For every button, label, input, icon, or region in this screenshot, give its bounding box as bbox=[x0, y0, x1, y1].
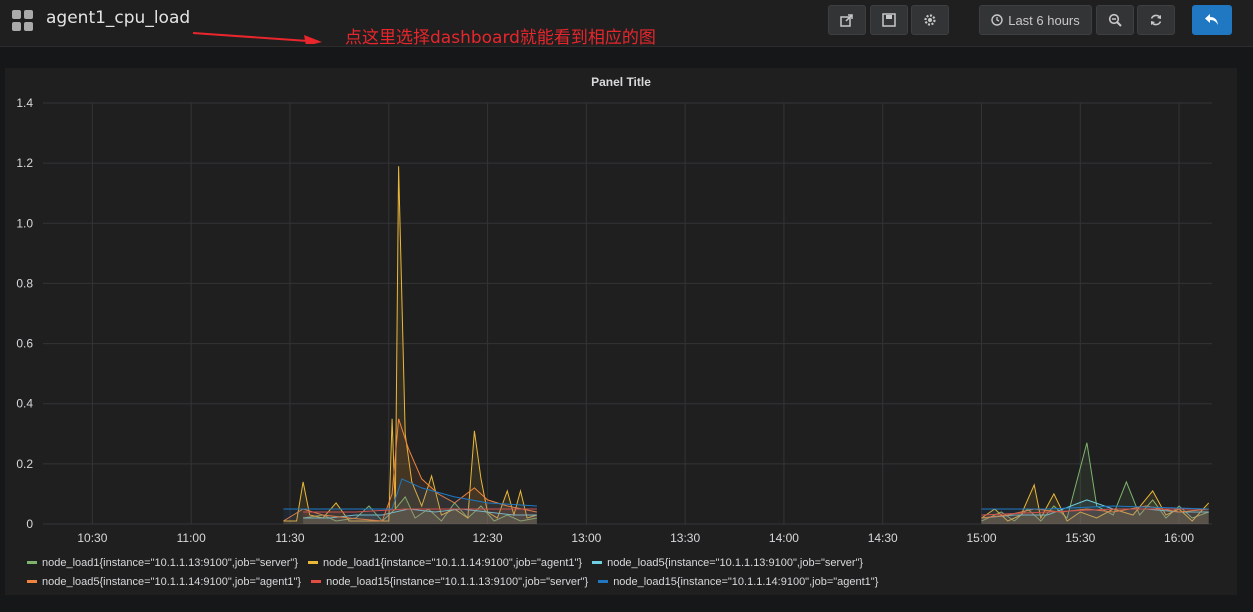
zoom-out-icon bbox=[1108, 13, 1122, 27]
clock-icon bbox=[991, 14, 1003, 26]
graph-panel: Panel Title 0 0.2 0.4 0.6 0.8 1.0 1.2 1.4 10:30 1… bbox=[5, 68, 1237, 595]
back-icon bbox=[1205, 14, 1218, 25]
legend-item[interactable]: node_load5{instance="10.1.1.13:9100",job… bbox=[592, 553, 863, 572]
annotation-arrow-icon bbox=[192, 32, 322, 44]
legend-swatch bbox=[308, 561, 318, 564]
chart-legend: node_load1{instance="10.1.1.13:9100",job… bbox=[27, 553, 888, 591]
x-tick-label: 11:00 bbox=[177, 531, 206, 545]
x-tick-label: 13:00 bbox=[571, 531, 601, 545]
top-navbar: agent1_cpu_load 点这里选择dashboard就能看到相应的图 L… bbox=[0, 0, 1253, 48]
dashboard-title[interactable]: agent1_cpu_load bbox=[46, 8, 190, 28]
gear-icon bbox=[924, 14, 936, 26]
legend-label: node_load15{instance="10.1.1.13:9100",jo… bbox=[326, 575, 589, 588]
legend-row: node_load1{instance="10.1.1.13:9100",job… bbox=[27, 553, 888, 572]
zoom-out-button[interactable] bbox=[1096, 5, 1134, 35]
y-tick-label: 0.4 bbox=[16, 397, 33, 411]
refresh-button[interactable] bbox=[1137, 5, 1175, 35]
save-icon bbox=[882, 13, 896, 27]
legend-label: node_load5{instance="10.1.1.14:9100",job… bbox=[42, 575, 302, 588]
y-tick-label: 0 bbox=[26, 517, 33, 531]
legend-swatch bbox=[27, 561, 37, 564]
time-range-label: Last 6 hours bbox=[1008, 12, 1080, 28]
share-button[interactable] bbox=[828, 5, 866, 35]
time-range-picker[interactable]: Last 6 hours bbox=[979, 5, 1092, 35]
x-tick-label: 11:30 bbox=[275, 531, 304, 545]
series-area bbox=[283, 478, 537, 524]
y-tick-label: 1.2 bbox=[16, 156, 33, 170]
legend-item[interactable]: node_load1{instance="10.1.1.13:9100",job… bbox=[27, 553, 298, 572]
line-chart[interactable]: 0 0.2 0.4 0.6 0.8 1.0 1.2 1.4 10:30 11:00 11:30 12:… bbox=[5, 68, 1237, 595]
x-tick-label: 12:30 bbox=[473, 531, 503, 545]
x-tick-label: 12:00 bbox=[374, 531, 404, 545]
dashboard-grid-icon[interactable] bbox=[12, 10, 34, 32]
y-tick-label: 0.8 bbox=[16, 276, 33, 290]
x-tick-label: 14:30 bbox=[868, 531, 898, 545]
legend-item[interactable]: node_load1{instance="10.1.1.14:9100",job… bbox=[308, 553, 582, 572]
x-tick-label: 15:30 bbox=[1065, 531, 1095, 545]
save-button[interactable] bbox=[870, 5, 908, 35]
legend-swatch bbox=[598, 580, 609, 583]
legend-item[interactable]: node_load15{instance="10.1.1.13:9100",jo… bbox=[311, 572, 588, 591]
legend-swatch bbox=[27, 580, 37, 583]
settings-button[interactable] bbox=[911, 5, 949, 35]
legend-item[interactable]: node_load15{instance="10.1.1.14:9100",jo… bbox=[598, 572, 878, 591]
x-tick-label: 16:00 bbox=[1164, 531, 1194, 545]
legend-label: node_load1{instance="10.1.1.14:9100",job… bbox=[323, 556, 583, 569]
y-tick-label: 0.2 bbox=[16, 457, 33, 471]
legend-row: node_load5{instance="10.1.1.14:9100",job… bbox=[27, 572, 888, 591]
y-tick-label: 0.6 bbox=[16, 337, 33, 351]
x-tick-label: 14:00 bbox=[769, 531, 799, 545]
legend-label: node_load1{instance="10.1.1.13:9100",job… bbox=[42, 556, 298, 569]
legend-label: node_load15{instance="10.1.1.14:9100",jo… bbox=[613, 575, 879, 588]
back-button[interactable] bbox=[1192, 5, 1232, 35]
annotation-text: 点这里选择dashboard就能看到相应的图 bbox=[345, 28, 656, 48]
legend-swatch bbox=[311, 580, 322, 583]
legend-swatch bbox=[592, 561, 603, 564]
legend-item[interactable]: node_load5{instance="10.1.1.14:9100",job… bbox=[27, 572, 301, 591]
x-tick-label: 10:30 bbox=[77, 531, 107, 545]
x-tick-label: 13:30 bbox=[670, 531, 700, 545]
legend-label: node_load5{instance="10.1.1.13:9100",job… bbox=[607, 556, 864, 569]
share-icon bbox=[840, 14, 853, 27]
y-tick-label: 1.4 bbox=[16, 96, 33, 110]
y-tick-label: 1.0 bbox=[16, 216, 33, 230]
x-tick-label: 15:00 bbox=[966, 531, 996, 545]
refresh-icon bbox=[1150, 14, 1162, 26]
